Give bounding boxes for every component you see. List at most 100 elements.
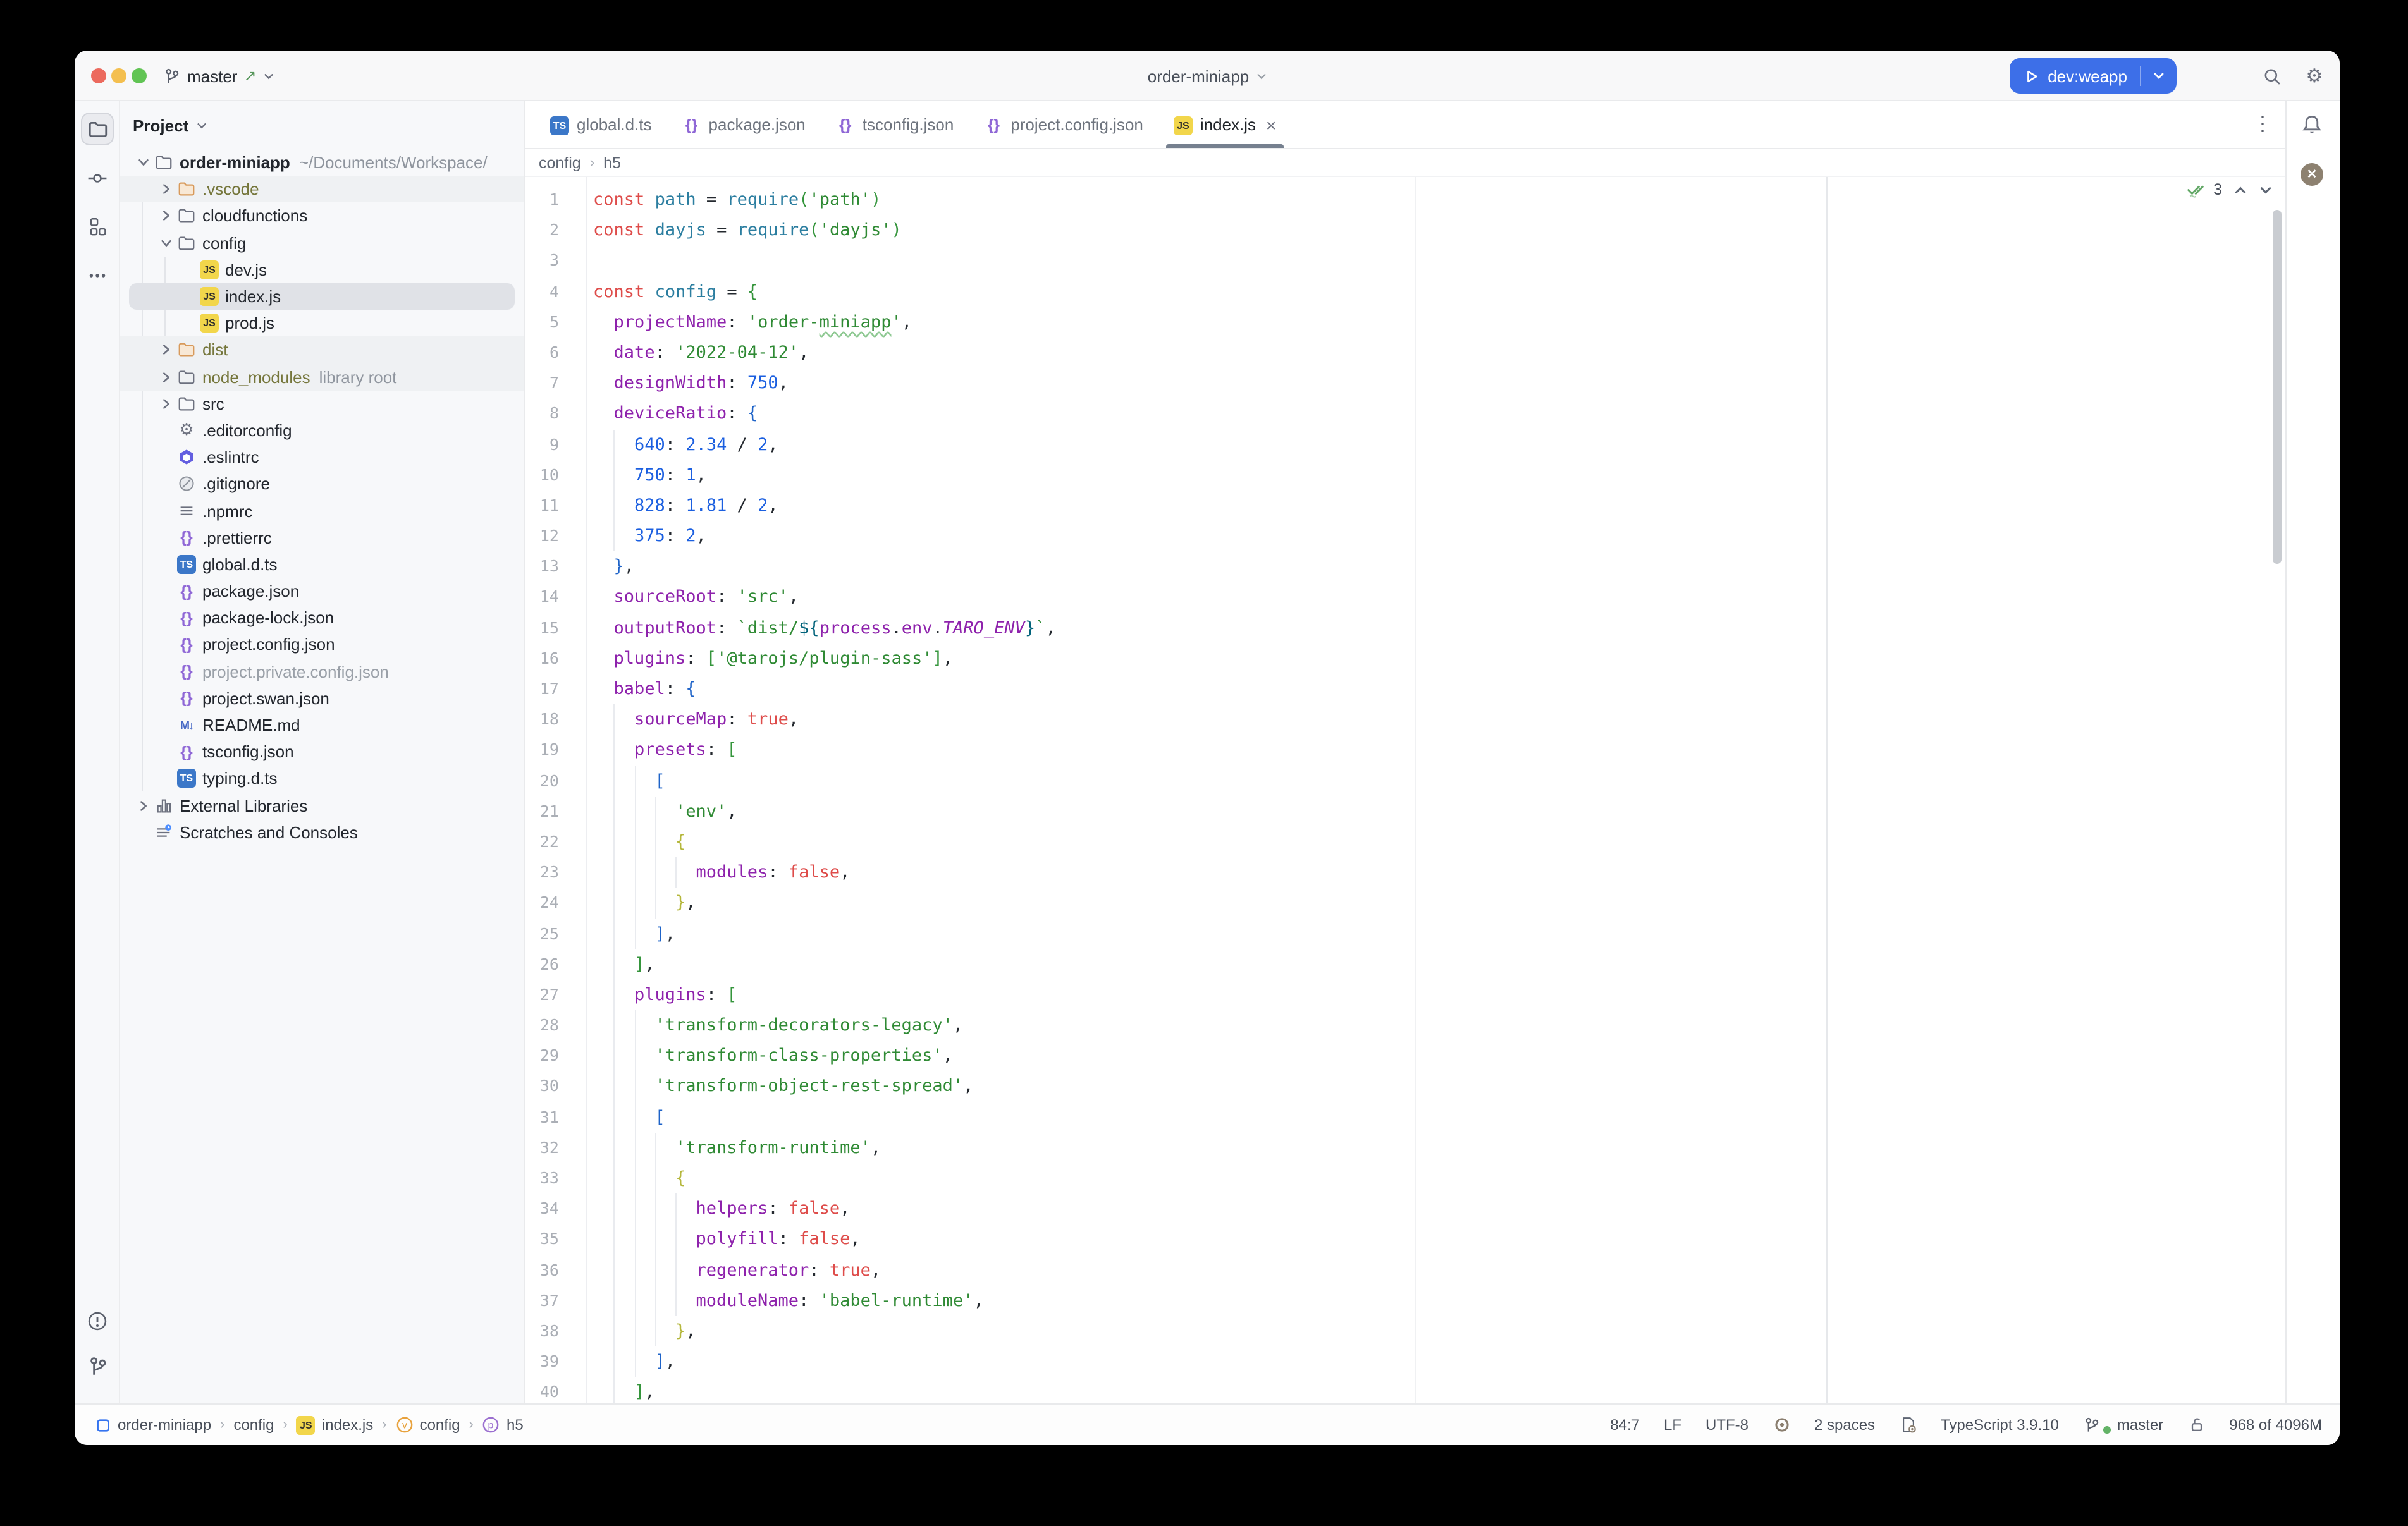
tab-tsconfig-json[interactable]: {}tsconfig.json xyxy=(821,101,969,148)
tree-item-dist[interactable]: dist xyxy=(120,337,524,363)
code-line-16[interactable]: 16plugins: ['@tarojs/plugin-sass'], xyxy=(525,644,2285,674)
tree-item-project-config-json[interactable]: {}project.config.json xyxy=(120,632,524,658)
code-line-6[interactable]: 6date: '2022-04-12', xyxy=(525,338,2285,368)
more-tool-windows-button[interactable] xyxy=(81,259,114,292)
code-line-5[interactable]: 5projectName: 'order-miniapp', xyxy=(525,307,2285,338)
run-button-group[interactable]: dev:weapp xyxy=(2010,58,2177,94)
chevron-right-icon[interactable] xyxy=(156,397,176,411)
code-line-25[interactable]: 25], xyxy=(525,919,2285,949)
tree-item-project-swan-json[interactable]: {}project.swan.json xyxy=(120,685,524,712)
chevron-right-icon[interactable] xyxy=(156,183,176,197)
code-line-10[interactable]: 10750: 1, xyxy=(525,460,2285,490)
problems-tool-button[interactable] xyxy=(81,1305,114,1338)
tree-item-tsconfig-json[interactable]: {}tsconfig.json xyxy=(120,738,524,765)
memory-indicator[interactable]: 968 of 4096M xyxy=(2229,1416,2322,1434)
tree-item--eslintrc[interactable]: .eslintrc xyxy=(120,444,524,470)
chevron-right-icon[interactable] xyxy=(133,798,153,812)
close-icon[interactable]: × xyxy=(1266,114,1276,135)
code-line-23[interactable]: 23modules: false, xyxy=(525,857,2285,888)
code-line-27[interactable]: 27plugins: [ xyxy=(525,980,2285,1010)
code-line-37[interactable]: 37moduleName: 'babel-runtime', xyxy=(525,1286,2285,1316)
code-editor[interactable]: 1const path = require('path')2const dayj… xyxy=(525,177,2285,1403)
minimize-window-button[interactable] xyxy=(111,68,126,83)
code-line-35[interactable]: 35polyfill: false, xyxy=(525,1224,2285,1255)
encoding[interactable]: UTF-8 xyxy=(1705,1416,1748,1434)
tree-item-typing-d-ts[interactable]: TStyping.d.ts xyxy=(120,766,524,792)
status-path-h5[interactable]: ph5 xyxy=(482,1416,524,1434)
notifications-button[interactable] xyxy=(2299,113,2325,138)
status-path-config[interactable]: config xyxy=(233,1416,274,1434)
code-line-39[interactable]: 39], xyxy=(525,1346,2285,1377)
caret-position[interactable]: 84:7 xyxy=(1610,1416,1640,1434)
highlight-indicator[interactable] xyxy=(1772,1416,1790,1434)
tree-item-prod-js[interactable]: JSprod.js xyxy=(120,310,524,336)
code-line-22[interactable]: 22{ xyxy=(525,827,2285,857)
tree-item-config[interactable]: config xyxy=(120,229,524,256)
chevron-down-icon[interactable] xyxy=(133,156,153,169)
line-separator[interactable]: LF xyxy=(1664,1416,1681,1434)
code-line-33[interactable]: 33{ xyxy=(525,1163,2285,1193)
breadcrumb-item[interactable]: h5 xyxy=(603,154,621,171)
code-line-24[interactable]: 24}, xyxy=(525,888,2285,919)
tree-item-project-private-config-json[interactable]: {}project.private.config.json xyxy=(120,658,524,685)
code-line-26[interactable]: 26], xyxy=(525,949,2285,979)
tree-item-external-libraries[interactable]: External Libraries xyxy=(120,792,524,819)
tree-item-scratches-and-consoles[interactable]: Scratches and Consoles xyxy=(120,819,524,845)
git-branch-widget[interactable]: master ↗ xyxy=(163,62,274,90)
tree-item-node-modules[interactable]: node_moduleslibrary root xyxy=(120,363,524,390)
code-line-32[interactable]: 32'transform-runtime', xyxy=(525,1133,2285,1163)
git-branch[interactable]: master xyxy=(2083,1415,2163,1434)
code-line-13[interactable]: 13}, xyxy=(525,552,2285,582)
tree-item--prettierrc[interactable]: {}.prettierrc xyxy=(120,524,524,551)
code-line-40[interactable]: 40], xyxy=(525,1377,2285,1403)
code-line-14[interactable]: 14sourceRoot: 'src', xyxy=(525,582,2285,613)
tree-item--editorconfig[interactable]: ⚙.editorconfig xyxy=(120,417,524,444)
typescript-version[interactable]: TypeScript 3.9.10 xyxy=(1941,1416,2059,1434)
code-line-12[interactable]: 12375: 2, xyxy=(525,521,2285,551)
code-line-8[interactable]: 8deviceRatio: { xyxy=(525,399,2285,429)
chevron-right-icon[interactable] xyxy=(156,209,176,223)
code-line-3[interactable]: 3 xyxy=(525,246,2285,276)
window-controls[interactable] xyxy=(91,68,147,83)
tree-item-src[interactable]: src xyxy=(120,390,524,417)
code-line-29[interactable]: 29'transform-class-properties', xyxy=(525,1041,2285,1071)
status-path-order-miniapp[interactable]: order-miniapp xyxy=(95,1416,211,1434)
tree-item-index-js[interactable]: JSindex.js xyxy=(120,283,524,310)
tree-item-package-json[interactable]: {}package.json xyxy=(120,578,524,604)
project-tool-button[interactable] xyxy=(81,113,114,145)
code-line-1[interactable]: 1const path = require('path') xyxy=(525,185,2285,215)
tree-item-order-miniapp[interactable]: order-miniapp~/Documents/Workspace/ xyxy=(120,149,524,176)
tree-item-cloudfunctions[interactable]: cloudfunctions xyxy=(120,203,524,229)
chevron-right-icon[interactable] xyxy=(156,370,176,384)
next-problem-button[interactable] xyxy=(2259,183,2273,197)
tree-item-readme-md[interactable]: M↓README.md xyxy=(120,712,524,738)
code-line-31[interactable]: 31[ xyxy=(525,1102,2285,1132)
commit-tool-button[interactable] xyxy=(81,162,114,195)
zoom-window-button[interactable] xyxy=(132,68,147,83)
code-line-19[interactable]: 19presets: [ xyxy=(525,735,2285,766)
code-line-17[interactable]: 17babel: { xyxy=(525,674,2285,704)
structure-tool-button[interactable] xyxy=(81,210,114,243)
code-line-34[interactable]: 34helpers: false, xyxy=(525,1193,2285,1224)
code-line-36[interactable]: 36regenerator: true, xyxy=(525,1255,2285,1285)
write-access[interactable] xyxy=(2187,1416,2205,1434)
tab-project-config-json[interactable]: {}project.config.json xyxy=(969,101,1158,148)
tree-item-global-d-ts[interactable]: TSglobal.d.ts xyxy=(120,551,524,578)
tab-index-js[interactable]: JSindex.js× xyxy=(1158,101,1292,148)
tree-item--gitignore[interactable]: .gitignore xyxy=(120,471,524,497)
status-path-index-js[interactable]: JSindex.js xyxy=(297,1415,373,1435)
plugin-x-button[interactable]: ✕ xyxy=(2300,163,2323,186)
tab-package-json[interactable]: {}package.json xyxy=(667,101,821,148)
breadcrumb-item[interactable]: config xyxy=(539,154,581,171)
code-style-indicator[interactable] xyxy=(1899,1416,1917,1434)
code-line-15[interactable]: 15outputRoot: `dist/${process.env.TARO_E… xyxy=(525,613,2285,643)
search-everywhere-button[interactable] xyxy=(2259,63,2284,89)
tab-options-button[interactable]: ⋮ xyxy=(2252,118,2273,131)
code-line-7[interactable]: 7designWidth: 750, xyxy=(525,368,2285,398)
code-line-18[interactable]: 18sourceMap: true, xyxy=(525,704,2285,735)
run-button[interactable]: dev:weapp xyxy=(2010,66,2140,85)
code-line-2[interactable]: 2const dayjs = require('dayjs') xyxy=(525,215,2285,245)
code-line-9[interactable]: 9640: 2.34 / 2, xyxy=(525,429,2285,460)
code-line-21[interactable]: 21'env', xyxy=(525,797,2285,827)
tree-item--vscode[interactable]: .vscode xyxy=(120,176,524,202)
